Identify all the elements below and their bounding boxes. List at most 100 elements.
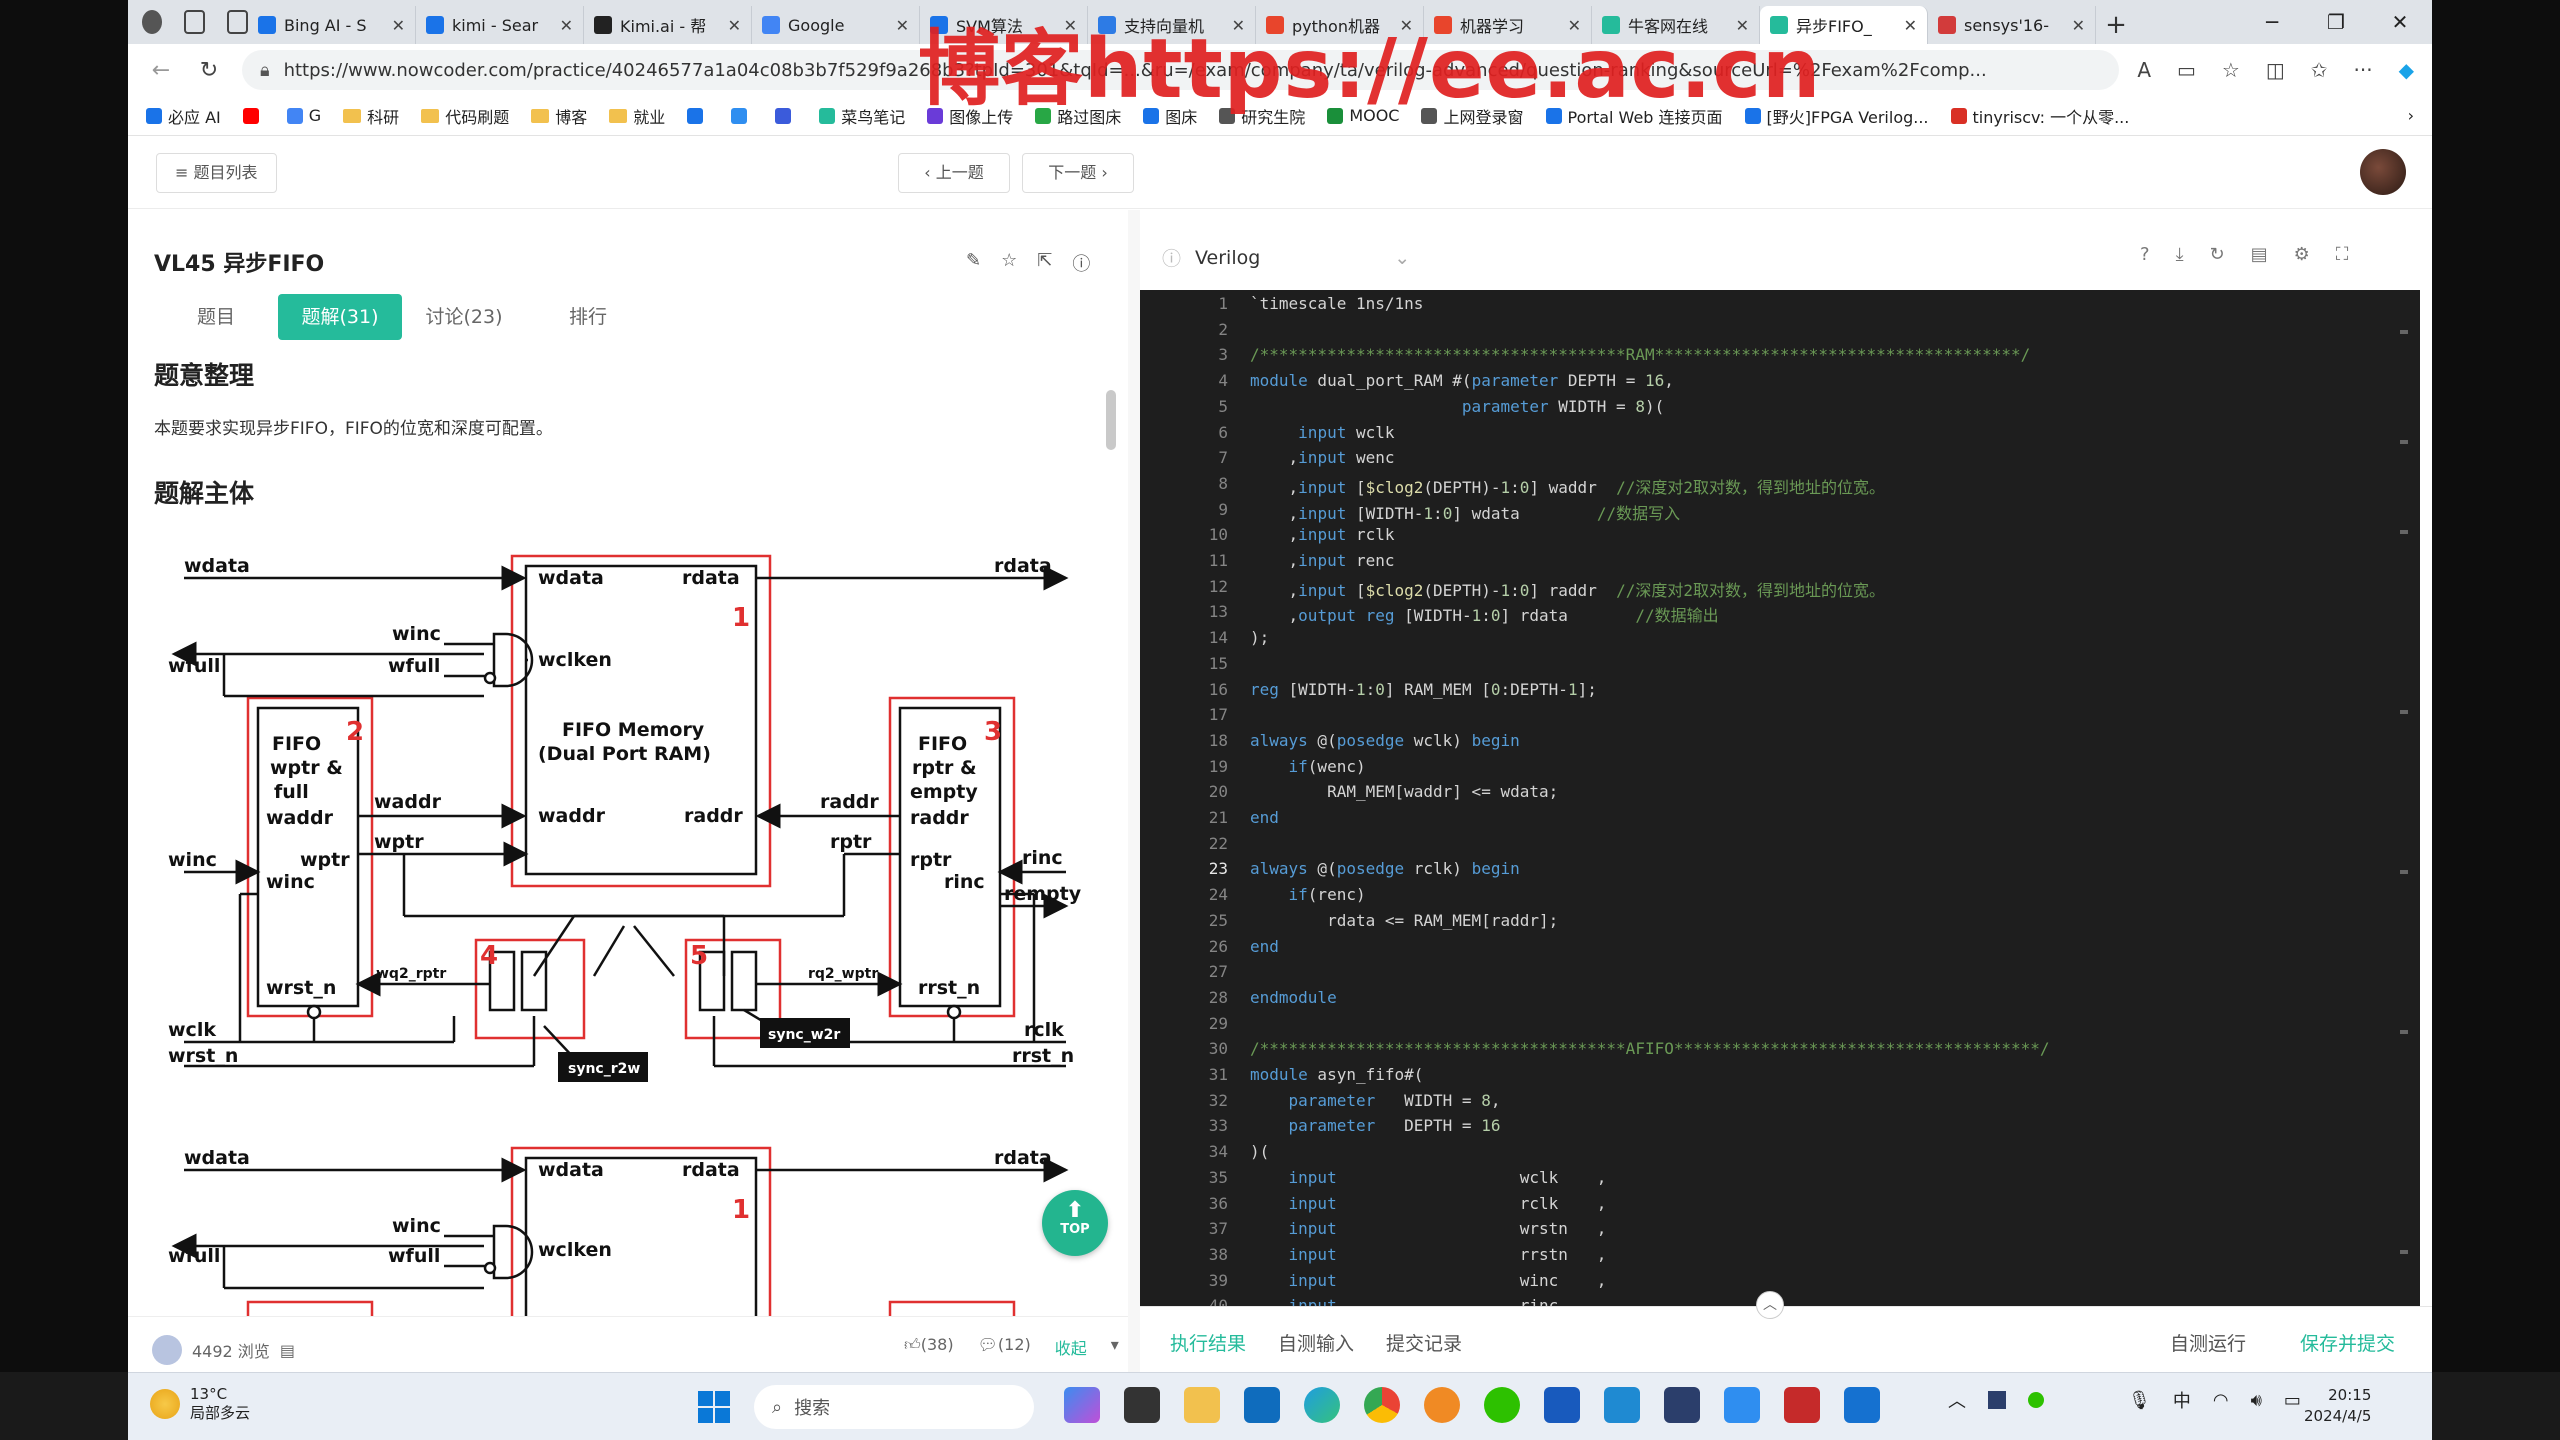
bookmark-item[interactable]: [野火]FPGA Verilog... [1744,104,1929,128]
browser-tab[interactable]: python机器 ✕ [1256,6,1424,44]
task-view-icon[interactable] [1124,1387,1160,1423]
author-avatar[interactable] [152,1335,182,1365]
caret-down-icon[interactable]: ▾ [1111,1335,1119,1359]
code-area[interactable]: 1 `timescale 1ns/1ns 2 3/******************… [1140,290,2420,1306]
copilot-app-icon[interactable] [1064,1387,1100,1423]
chevron-up-icon[interactable]: ︿ [1948,1387,1966,1413]
search-app-icon[interactable] [1424,1387,1460,1423]
close-tab-icon[interactable]: ✕ [1232,16,1245,35]
browser-tab[interactable]: sensys'16- ✕ [1928,6,2096,44]
template-icon[interactable]: ▤ [2251,244,2268,265]
browser-tab[interactable]: kimi - Sear ✕ [416,6,584,44]
reset-icon[interactable]: ↻ [2210,244,2225,265]
browser-tab[interactable]: Google ✕ [752,6,920,44]
vscode-icon[interactable] [1604,1387,1640,1423]
bookmark-item[interactable]: 博客 [531,104,587,128]
favorite-star-icon[interactable]: ☆ [2222,58,2240,82]
self-test-run-button[interactable]: 自测运行 [2170,1329,2246,1356]
chrome-icon[interactable] [1364,1387,1400,1423]
panel-splitter[interactable] [1128,210,1140,1372]
browser-tab[interactable]: Bing AI - S ✕ [248,6,416,44]
question-tab[interactable]: 题目 [154,294,278,340]
edge-icon[interactable] [1304,1387,1340,1423]
favorites-icon[interactable]: ✩ [2311,58,2328,82]
word-icon[interactable] [1544,1387,1580,1423]
scrollbar-thumb[interactable] [1106,390,1116,450]
wifi-icon[interactable]: ◠ [2213,1390,2229,1411]
save-submit-button[interactable]: 保存并提交 [2300,1329,2395,1356]
browser-tab[interactable]: 支持向量机 ✕ [1088,6,1256,44]
taskbar-search[interactable]: ⌕ 搜索 [754,1385,1034,1429]
tray-wechat-icon[interactable] [2028,1392,2044,1408]
mail-icon[interactable] [1844,1387,1880,1423]
bookmarks-overflow-icon[interactable]: › [2408,106,2414,125]
bookmark-item[interactable] [775,107,797,124]
back-to-top-button[interactable]: ⬆ TOP [1042,1190,1108,1256]
help-icon[interactable]: ? [2140,244,2150,265]
photos-icon[interactable] [1724,1387,1760,1423]
close-tab-icon[interactable]: ✕ [1736,16,1749,35]
bookmark-item[interactable]: 图像上传 [927,104,1013,128]
battery-icon[interactable]: ▭ [2284,1390,2301,1411]
copilot-icon[interactable]: ◆ [2399,58,2414,82]
settings-gear-icon[interactable]: ⚙ [2294,244,2310,265]
more-menu-icon[interactable]: ··· [2354,58,2373,82]
language-select[interactable]: ⓘ Verilog ⌄ [1162,244,1410,271]
read-aloud-icon[interactable]: A [2137,58,2151,82]
close-tab-icon[interactable]: ✕ [2072,16,2085,35]
content-scrollbar[interactable] [1106,350,1116,1290]
bookmark-item[interactable]: 代码刷题 [421,104,509,128]
restore-button[interactable]: ❐ [2304,0,2368,44]
bookmark-item[interactable] [687,107,709,124]
bookmark-item[interactable]: MOOC [1327,106,1399,125]
close-tab-icon[interactable]: ✕ [1568,16,1581,35]
bookmark-item[interactable]: 必应 AI [146,104,221,128]
bookmark-item[interactable] [242,107,265,124]
expand-up-icon[interactable]: ︿ [1756,1291,1784,1319]
browser-tab[interactable]: 机器学习 ✕ [1424,6,1592,44]
close-tab-icon[interactable]: ✕ [392,16,405,35]
reader-view-icon[interactable]: ▭ [2177,58,2196,82]
outlook-icon[interactable] [1244,1387,1280,1423]
user-avatar[interactable] [2360,149,2406,195]
new-tab-button[interactable]: + [2096,6,2136,44]
browser-tab[interactable]: Kimi.ai - 帮 ✕ [584,6,752,44]
browser-tab[interactable]: 牛客网在线 ✕ [1592,6,1760,44]
split-screen-icon[interactable]: ◫ [2266,58,2285,82]
tab-actions-icon[interactable] [227,10,248,34]
code-minimap[interactable] [2394,290,2414,1306]
fullscreen-icon[interactable]: ⛶ [2336,244,2349,265]
profile-icon[interactable] [142,10,163,34]
tab-submissions[interactable]: 提交记录 [1386,1329,1462,1356]
browser-tab[interactable]: 异步FIFO_ ✕ [1760,6,1928,44]
volume-icon[interactable]: 🔊︎ [2251,1390,2262,1411]
zy-app-icon[interactable] [1784,1387,1820,1423]
tray-app-icon[interactable] [1988,1391,2006,1409]
bookmark-item[interactable]: 科研 [343,104,399,128]
url-field[interactable]: 🔒︎ https://www.nowcoder.com/practice/402… [242,50,2120,90]
bookmark-item[interactable]: 路过图床 [1035,104,1121,128]
close-tab-icon[interactable]: ✕ [896,16,909,35]
bookmark-item[interactable]: G [286,106,321,125]
file-explorer-icon[interactable] [1184,1387,1220,1423]
question-list-button[interactable]: ≡ 题目列表 [156,153,277,193]
bookmark-item[interactable] [731,107,753,124]
close-tab-icon[interactable]: ✕ [1064,16,1077,35]
collapse-link[interactable]: 收起 [1055,1335,1087,1359]
close-tab-icon[interactable]: ✕ [560,16,573,35]
reload-button[interactable]: ↻ [194,58,224,83]
comment-button[interactable]: 💬︎(12) [978,1335,1031,1359]
bookmark-item[interactable]: 研究生院 [1219,104,1305,128]
tab-custom-input[interactable]: 自测输入 [1278,1329,1354,1356]
bookmark-item[interactable]: 就业 [609,104,665,128]
edit-icon[interactable]: ✎ [966,250,981,276]
minimize-button[interactable]: ─ [2240,0,2304,44]
bookmark-item[interactable]: 图床 [1143,104,1197,128]
bookmark-item[interactable]: Portal Web 连接页面 [1545,104,1723,128]
clock[interactable]: 20:15 2024/4/5 [2304,1385,2371,1427]
close-tab-icon[interactable]: ✕ [728,16,741,35]
star-icon[interactable]: ☆ [1001,250,1017,276]
back-button[interactable]: ← [146,58,176,83]
close-tab-icon[interactable]: ✕ [1904,16,1917,35]
share-icon[interactable]: ⇱ [1037,250,1052,276]
